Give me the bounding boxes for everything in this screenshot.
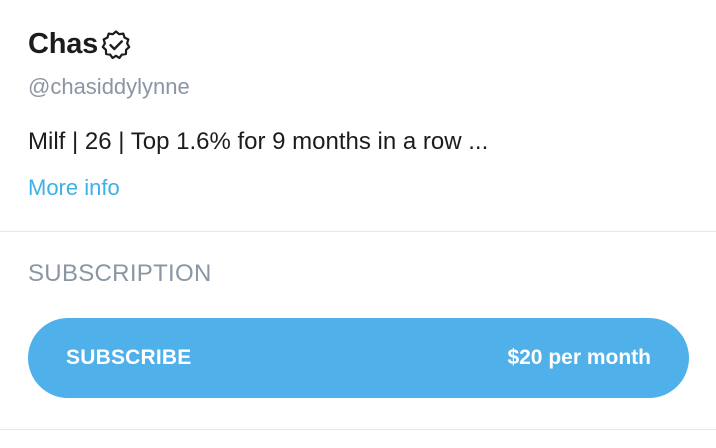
subscription-section-title: SUBSCRIPTION	[28, 260, 212, 287]
subscribe-price-label: $20 per month	[507, 346, 651, 369]
verified-badge-icon	[100, 29, 132, 61]
name-row: Chas	[28, 24, 132, 64]
profile-handle: @chasiddylynne	[28, 74, 190, 99]
section-divider	[0, 231, 716, 232]
more-info-link[interactable]: More info	[28, 175, 120, 201]
subscribe-button[interactable]: SUBSCRIBE $20 per month	[28, 318, 689, 398]
profile-name: Chas	[28, 27, 99, 60]
profile-bio: Milf | 26 | Top 1.6% for 9 months in a r…	[28, 128, 489, 155]
section-divider-bottom	[0, 429, 716, 430]
subscribe-button-label: SUBSCRIBE	[66, 346, 192, 369]
